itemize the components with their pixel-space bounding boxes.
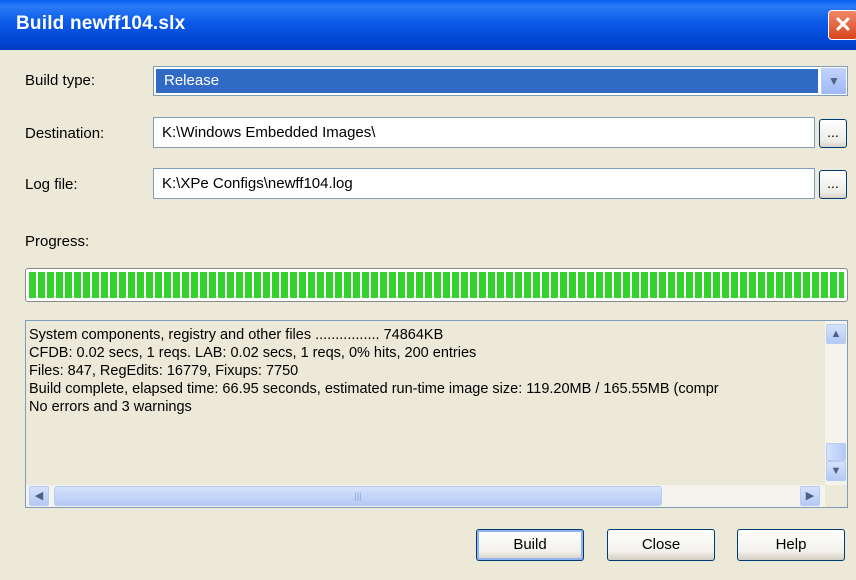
build-log[interactable]: System components, registry and other fi… [25,320,848,508]
close-icon: ✕ [833,12,853,37]
progress-fill [29,272,844,298]
destination-field[interactable]: K:\Windows Embedded Images\ [153,117,815,148]
log-file-browse-button[interactable]: ... [819,170,847,199]
help-button[interactable]: Help [737,529,845,561]
scroll-corner [825,485,847,507]
destination-label: Destination: [25,125,105,142]
log-lines: System components, registry and other fi… [29,326,819,476]
log-line: Files: 847, RegEdits: 16779, Fixups: 775… [29,363,299,379]
scroll-right-icon[interactable]: ▶ [800,486,820,506]
log-file-label: Log file: [25,176,78,193]
destination-browse-button[interactable]: ... [819,119,847,148]
build-dialog: Build newff104.slx ✕ Build type: Release… [0,0,856,580]
progress-bar [25,268,848,302]
vertical-scroll-thumb[interactable] [826,443,846,461]
chevron-down-icon[interactable]: ▼ [821,68,846,94]
close-window-button[interactable]: ✕ [828,10,856,40]
horizontal-scrollbar[interactable]: ◀ ||| ▶ [26,484,826,507]
log-line: System components, registry and other fi… [29,327,444,343]
scroll-up-icon[interactable]: ▲ [826,324,846,344]
progress-label: Progress: [25,233,90,250]
vertical-scrollbar[interactable]: ▲ ▼ [824,321,847,485]
title-bar[interactable]: Build newff104.slx ✕ [0,0,856,50]
build-type-select[interactable]: Release ▼ [153,66,848,96]
build-button[interactable]: Build [476,529,584,561]
log-file-field[interactable]: K:\XPe Configs\newff104.log [153,168,815,199]
close-button[interactable]: Close [607,529,715,561]
horizontal-scroll-thumb[interactable]: ||| [54,486,662,506]
scroll-down-icon[interactable]: ▼ [826,461,846,481]
log-line: No errors and 3 warnings [29,399,192,415]
scroll-left-icon[interactable]: ◀ [29,486,49,506]
window-title: Build newff104.slx [16,13,186,34]
log-line: CFDB: 0.02 secs, 1 reqs. LAB: 0.02 secs,… [29,345,477,361]
build-type-value: Release [156,69,818,93]
log-line: Build complete, elapsed time: 66.95 seco… [29,381,719,397]
build-type-label: Build type: [25,72,96,89]
